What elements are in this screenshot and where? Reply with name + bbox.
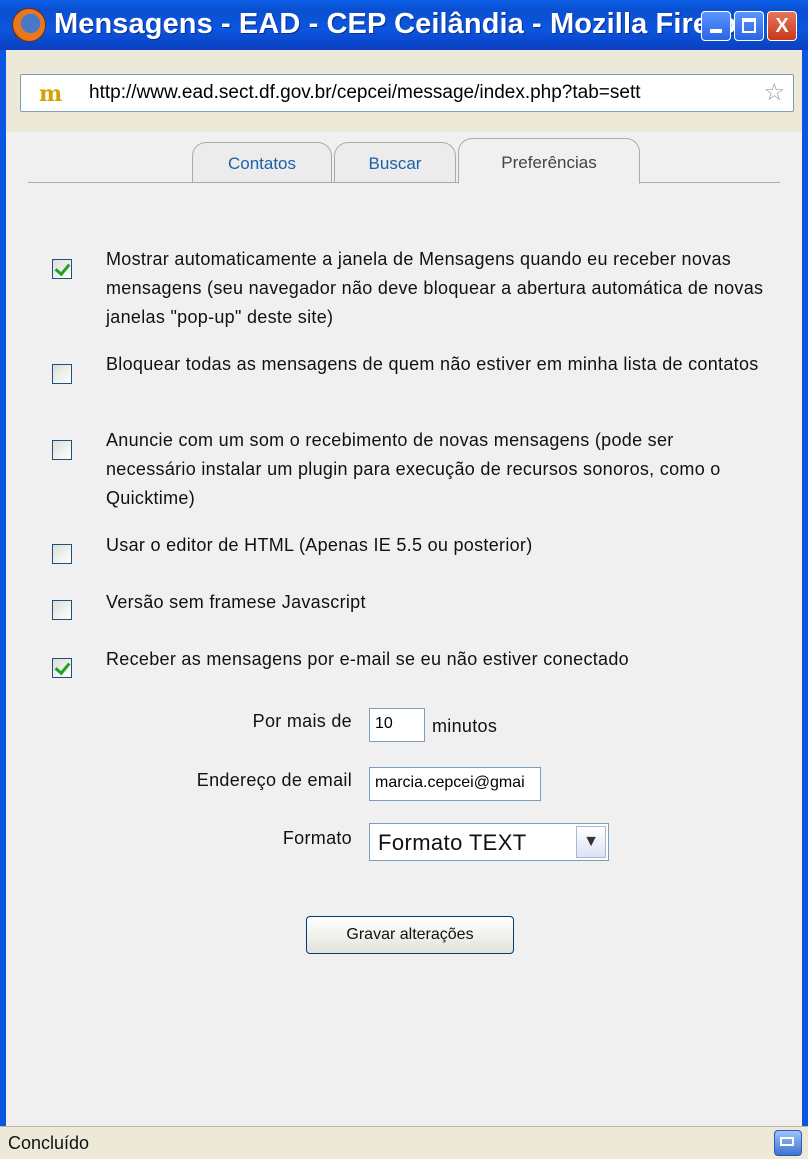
url-text[interactable]: http://www.ead.sect.df.gov.br/cepcei/mes… <box>89 82 759 104</box>
option-checkbox-popup[interactable] <box>52 259 72 279</box>
format-select-value: Formato TEXT <box>378 830 527 855</box>
close-button[interactable]: X <box>767 11 797 41</box>
tabs-divider <box>28 182 780 183</box>
chevron-down-icon[interactable]: ▼ <box>576 826 606 858</box>
bookmark-star-icon[interactable]: ☆ <box>763 78 785 107</box>
option-checkbox-html-editor[interactable] <box>52 544 72 564</box>
maximize-button[interactable] <box>734 11 764 41</box>
option-label-html-editor: Usar o editor de HTML (Apenas IE 5.5 ou … <box>106 535 533 555</box>
option-checkbox-sound[interactable] <box>52 440 72 460</box>
address-bar: m http://www.ead.sect.df.gov.br/cepcei/m… <box>0 50 808 132</box>
messages-icon[interactable] <box>774 1130 802 1156</box>
option-label-popup: Mostrar automaticamente a janela de Mens… <box>106 249 764 327</box>
format-label: Formato <box>282 828 352 848</box>
minutes-input[interactable]: 10 <box>369 708 425 742</box>
minutes-unit: minutos <box>432 716 498 736</box>
option-checkbox-email[interactable] <box>52 658 72 678</box>
option-label-block: Bloquear todas as mensagens de quem não … <box>106 354 759 374</box>
tab-contatos[interactable]: Contatos <box>192 142 332 182</box>
option-label-sound: Anuncie com um som o recebimento de nova… <box>106 430 721 508</box>
window-title: Mensagens - EAD - CEP Ceilândia - Mozill… <box>54 8 753 40</box>
option-label-email: Receber as mensagens por e-mail se eu nã… <box>106 649 629 669</box>
option-checkbox-no-frames[interactable] <box>52 600 72 620</box>
status-text: Concluído <box>8 1133 90 1153</box>
minutes-label: Por mais de <box>252 711 352 731</box>
site-favicon-icon: m <box>39 81 63 107</box>
save-button[interactable]: Gravar alterações <box>306 916 514 954</box>
option-checkbox-block[interactable] <box>52 364 72 384</box>
url-field[interactable]: m http://www.ead.sect.df.gov.br/cepcei/m… <box>20 74 794 112</box>
minimize-icon <box>710 29 722 33</box>
maximize-icon <box>742 18 756 33</box>
status-bar: Concluído <box>0 1126 808 1159</box>
firefox-icon <box>12 8 46 42</box>
title-bar: Mensagens - EAD - CEP Ceilândia - Mozill… <box>0 0 808 51</box>
email-label: Endereço de email <box>196 770 352 790</box>
format-select[interactable]: Formato TEXT ▼ <box>369 823 609 861</box>
email-field[interactable]: marcia.cepcei@gmai <box>369 767 541 801</box>
tab-buscar[interactable]: Buscar <box>334 142 456 182</box>
minimize-button[interactable] <box>701 11 731 41</box>
tab-preferencias[interactable]: Preferências <box>458 138 640 184</box>
option-label-no-frames: Versão sem framese Javascript <box>106 592 366 612</box>
